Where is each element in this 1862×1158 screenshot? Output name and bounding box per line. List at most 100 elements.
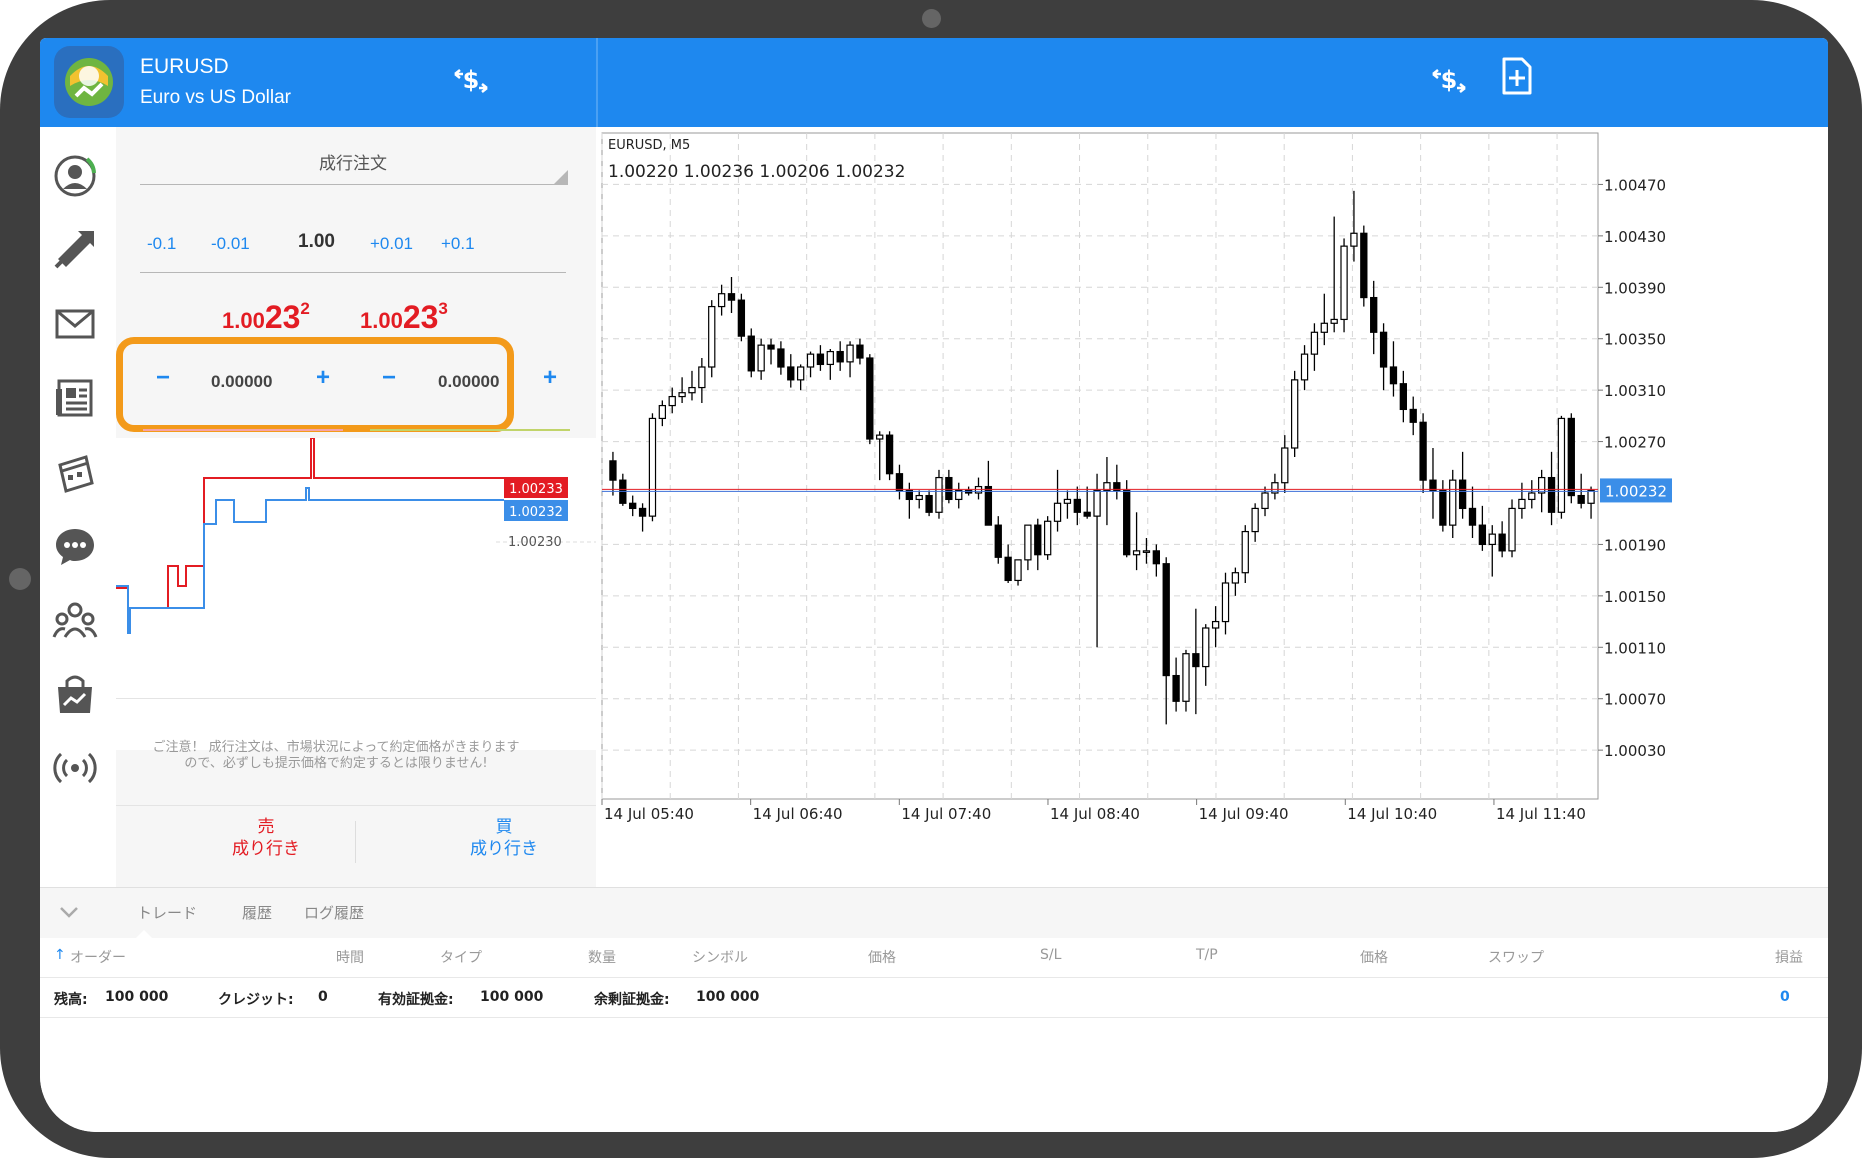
tab-log-history[interactable]: ログ履歴 <box>304 902 364 923</box>
col-symbol[interactable]: シンボル <box>692 947 748 967</box>
take-profit-underline <box>370 429 570 431</box>
volume-minus-0.1-button[interactable]: -0.1 <box>147 234 176 254</box>
new-order-icon[interactable] <box>1500 56 1534 100</box>
candle-body <box>777 348 785 368</box>
candle-body <box>1399 383 1408 411</box>
y-tick-label: 1.00270 <box>1604 434 1666 452</box>
sell-sub-label: 成り行き <box>232 839 300 859</box>
col-tp[interactable]: T/P <box>1196 947 1218 963</box>
tab-history[interactable]: 履歴 <box>242 902 272 923</box>
candle-body <box>688 386 696 394</box>
free-margin-label: 余剰証拠金: <box>594 992 670 1008</box>
candle-body <box>1379 331 1388 368</box>
trade-arrows-icon[interactable] <box>46 221 104 279</box>
candle-body <box>1537 476 1546 494</box>
equity-label: 有効証拠金: <box>378 992 454 1008</box>
volume-plus-0.01-button[interactable]: +0.01 <box>370 234 413 254</box>
candle-body <box>717 293 726 308</box>
candle-body <box>1261 492 1269 510</box>
candle-body <box>1063 498 1072 504</box>
app-logo-icon[interactable] <box>54 46 124 118</box>
order-type-underline <box>140 184 566 185</box>
candle-body <box>1449 479 1457 526</box>
buy-market-button[interactable]: 買 成り行き <box>434 816 574 860</box>
symbol-name: EURUSD <box>140 55 229 78</box>
volume-value[interactable]: 1.00 <box>298 231 335 253</box>
candle-body <box>1043 520 1052 556</box>
y-tick-label: 1.00110 <box>1604 639 1666 657</box>
sort-arrow-up-icon[interactable]: ↑ <box>54 947 66 963</box>
community-icon[interactable] <box>46 591 104 649</box>
candle-body <box>1211 620 1220 629</box>
candle-body <box>1330 318 1338 324</box>
candle-body <box>1004 556 1012 582</box>
col-current-price[interactable]: 価格 <box>1360 947 1388 967</box>
order-type-select[interactable]: 成行注文 <box>218 149 488 174</box>
col-type[interactable]: タイプ <box>440 947 482 967</box>
sell-label: 売 <box>257 817 275 837</box>
app-header: EURUSD Euro vs US Dollar $ $ <box>40 38 1828 127</box>
candle-body <box>856 344 864 359</box>
dropdown-corner-icon[interactable] <box>553 170 568 185</box>
chat-icon[interactable] <box>46 517 104 575</box>
signals-icon[interactable] <box>46 739 104 797</box>
take-profit-plus-button[interactable]: + <box>543 364 557 392</box>
candle-body <box>1152 550 1161 565</box>
col-time[interactable]: 時間 <box>336 947 364 967</box>
candle-body <box>648 417 657 517</box>
x-tick-label: 14 Jul 09:40 <box>1199 805 1289 823</box>
candle-body <box>885 434 894 475</box>
account-icon[interactable] <box>46 147 104 205</box>
candle-body <box>1498 533 1506 552</box>
take-profit-value[interactable]: 0.00000 <box>438 372 499 392</box>
account-summary: 残高: 100 000 クレジット: 0 有効証拠金: 100 000 余剰証拠… <box>40 977 1828 1018</box>
x-tick-label: 14 Jul 10:40 <box>1347 805 1437 823</box>
market-bag-icon[interactable] <box>46 665 104 723</box>
tab-trade[interactable]: トレード <box>137 902 197 923</box>
y-tick-label: 1.00190 <box>1604 536 1666 554</box>
news-icon[interactable] <box>46 369 104 427</box>
calendar-icon[interactable] <box>46 443 104 501</box>
stop-loss-plus-button[interactable]: + <box>316 364 330 392</box>
tick-chart: 1.00233 1.00232 1.00230 <box>116 438 596 768</box>
col-profit[interactable]: 損益 <box>1775 947 1803 967</box>
volume-minus-0.01-button[interactable]: -0.01 <box>211 234 250 254</box>
candle-body <box>1034 524 1042 556</box>
candle-body <box>796 366 805 381</box>
candle-body <box>1389 366 1398 385</box>
stop-loss-value[interactable]: 0.00000 <box>211 372 272 392</box>
candlestick-chart[interactable]: 1.00232 1.00470 1.00430 1.00390 1.00350 1.00… <box>598 127 1828 887</box>
candle-body <box>629 502 637 510</box>
button-separator <box>355 821 356 863</box>
free-margin-value: 100 000 <box>696 989 760 1005</box>
col-sl[interactable]: S/L <box>1040 947 1061 963</box>
terminal-tabs: トレード 履歴 ログ履歴 <box>40 887 1828 938</box>
candle-body <box>737 299 746 337</box>
header-divider <box>596 38 598 127</box>
svg-text:1.00233: 1.00233 <box>509 482 563 497</box>
candle-body <box>1073 498 1081 513</box>
mail-icon[interactable] <box>46 295 104 353</box>
collapse-chevron-icon[interactable] <box>58 902 80 926</box>
candle-body <box>806 353 815 368</box>
candle-body <box>767 344 775 350</box>
chart-currency-exchange-icon[interactable]: $ <box>1428 60 1470 106</box>
x-tick-label: 14 Jul 07:40 <box>901 805 991 823</box>
col-volume[interactable]: 数量 <box>588 947 616 967</box>
sell-market-button[interactable]: 売 成り行き <box>196 816 336 860</box>
ohlc-readout: 1.00220 1.00236 1.00206 1.00232 <box>608 162 905 182</box>
balance-label: 残高: <box>54 992 88 1008</box>
col-swap[interactable]: スワップ <box>1488 947 1544 967</box>
candle-body <box>678 392 686 398</box>
candle-body <box>1577 494 1585 504</box>
stop-loss-minus-button[interactable]: − <box>156 364 170 392</box>
candle-body <box>1528 492 1536 501</box>
col-price[interactable]: 価格 <box>868 947 896 967</box>
candle-body <box>638 507 647 517</box>
take-profit-minus-button[interactable]: − <box>382 364 396 392</box>
candle-body <box>1123 489 1131 556</box>
currency-exchange-icon[interactable]: $ <box>450 60 492 106</box>
col-order[interactable]: オーダー <box>70 947 126 967</box>
volume-plus-0.1-button[interactable]: +0.1 <box>441 234 475 254</box>
camera-dot <box>922 9 941 28</box>
